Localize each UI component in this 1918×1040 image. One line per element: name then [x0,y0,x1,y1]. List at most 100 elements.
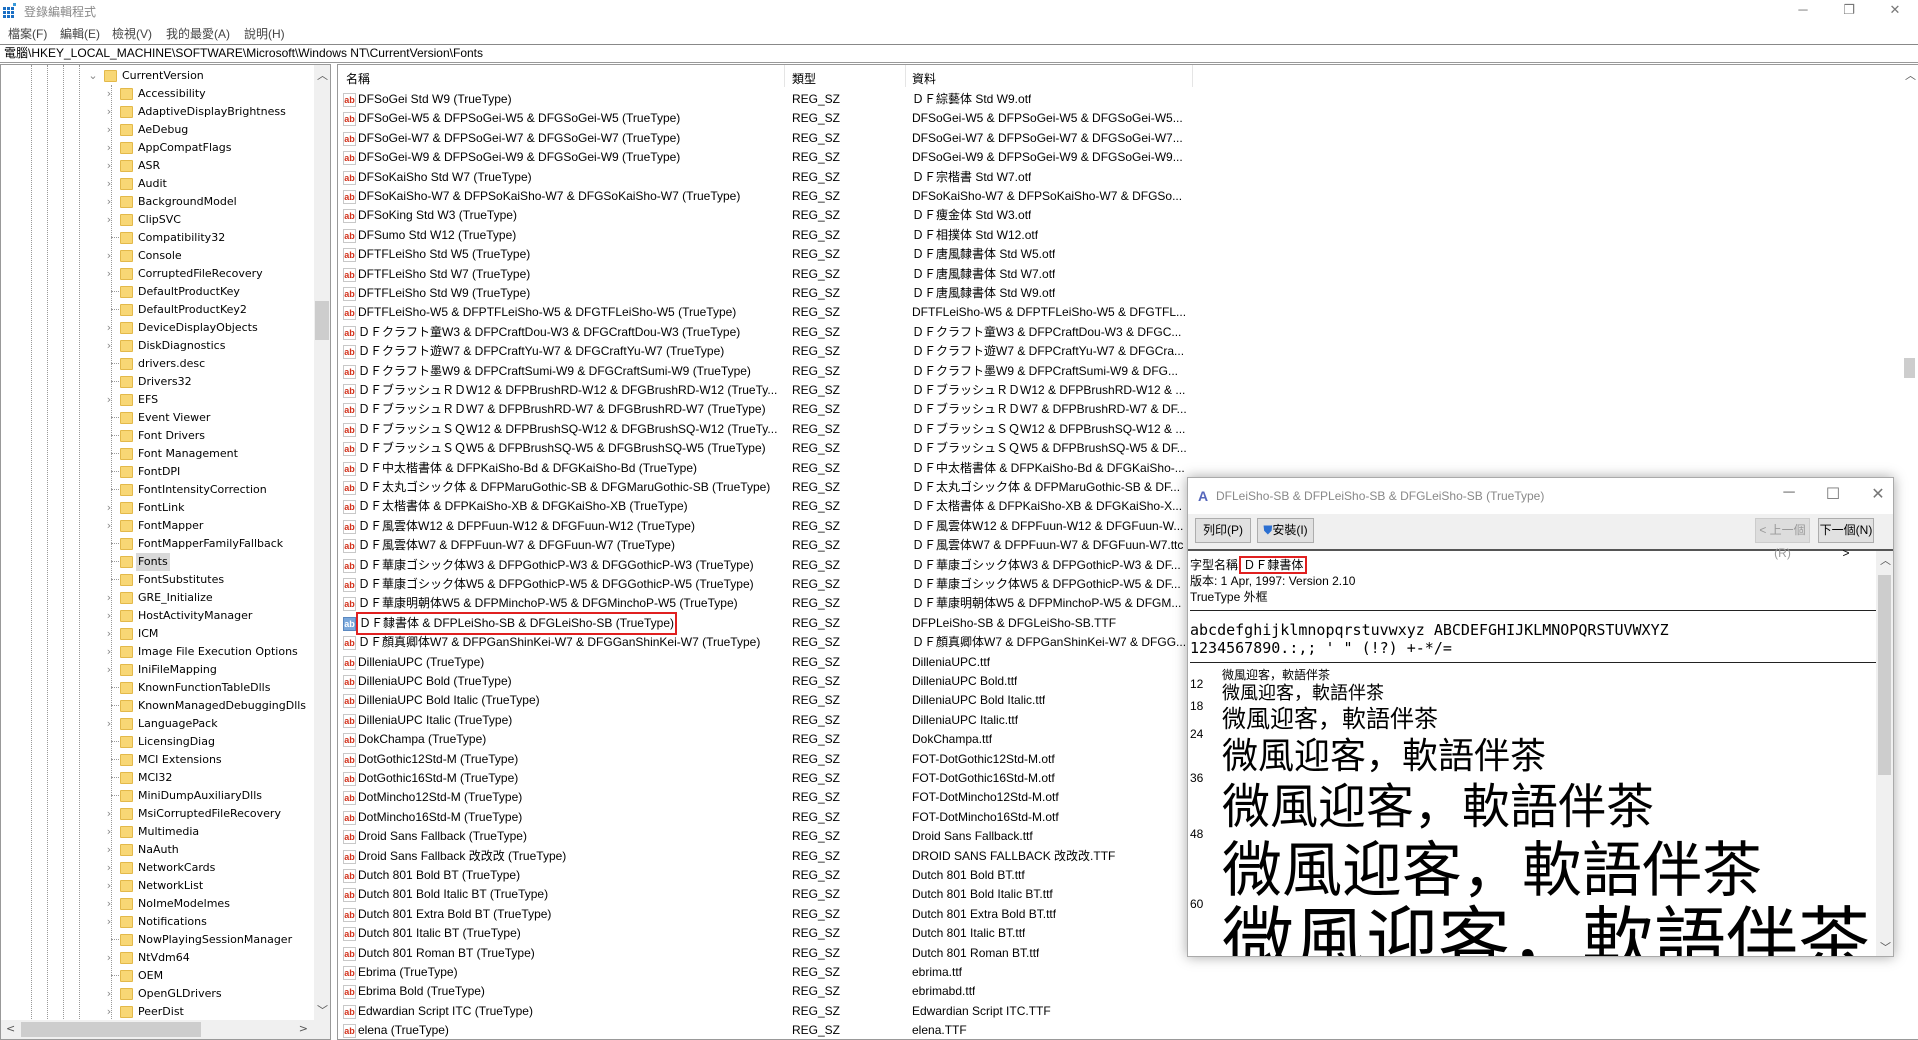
scrollbar-thumb[interactable] [1904,358,1915,378]
tree-item[interactable]: FontIntensityCorrection [1,481,314,499]
table-row[interactable]: ab Edwardian Script ITC (TrueType) REG_SZ E… [338,1002,1898,1021]
chevron-right-icon[interactable]: › [104,625,114,643]
table-row[interactable]: ab ＤＦクラフト遊W7 & DFPCraftYu-W7 & DFGCraftYu… [338,342,1898,361]
chevron-right-icon[interactable]: › [104,913,114,931]
table-row[interactable]: ab DFSoKaiSho Std W7 (TrueType) REG_SZ ＤＦ宗楷… [338,168,1898,187]
tree-item[interactable]: › Accessibility [1,85,314,103]
chevron-right-icon[interactable]: › [104,103,114,121]
previous-button[interactable]: < 上一個(R) [1755,518,1810,560]
dialog-vertical-scrollbar[interactable]: ︿ ﹀ [1876,551,1893,956]
chevron-right-icon[interactable]: › [104,643,114,661]
tree-item[interactable]: › NetworkList [1,877,314,895]
scrollbar-thumb[interactable] [315,301,329,340]
column-header-data[interactable]: 資料 [912,70,936,87]
scroll-right-icon[interactable]: > [299,1022,308,1035]
tree-item[interactable]: › NoImeModelmes [1,895,314,913]
chevron-right-icon[interactable]: › [104,985,114,1003]
chevron-right-icon[interactable]: › [104,823,114,841]
chevron-right-icon[interactable]: › [104,157,114,175]
menu-favorites[interactable]: 我的最愛(A) [166,25,230,42]
tree-item[interactable]: › CorruptedFileRecovery [1,265,314,283]
chevron-right-icon[interactable]: › [104,265,114,283]
table-row[interactable]: ab DFTFLeiSho Std W5 (TrueType) REG_SZ ＤＦ唐風… [338,245,1898,264]
tree-item[interactable]: Event Viewer [1,409,314,427]
list-vertical-scrollbar[interactable]: ︿ [1901,65,1918,1039]
table-row[interactable]: ab Ebrima (TrueType) REG_SZ ebrima.ttf [338,963,1898,982]
tree-item[interactable]: drivers.desc [1,355,314,373]
chevron-right-icon[interactable]: › [104,85,114,103]
chevron-right-icon[interactable]: › [104,589,114,607]
tree-item[interactable]: › AeDebug [1,121,314,139]
print-button[interactable]: 列印(P) [1195,518,1251,543]
chevron-right-icon[interactable]: › [104,895,114,913]
scroll-down-icon[interactable]: ﹀ [317,1002,328,1018]
tree-item[interactable]: DefaultProductKey [1,283,314,301]
tree-item[interactable]: › BackgroundModel [1,193,314,211]
tree-item[interactable]: › DeviceDisplayObjects [1,319,314,337]
tree-item[interactable]: MCI32 [1,769,314,787]
column-divider[interactable] [905,65,906,87]
tree-item[interactable]: › NtVdm64 [1,949,314,967]
tree-item[interactable]: OEM [1,967,314,985]
column-divider[interactable] [784,65,785,87]
chevron-right-icon[interactable]: › [104,211,114,229]
tree-item[interactable]: › EFS [1,391,314,409]
tree-item[interactable]: Compatibility32 [1,229,314,247]
table-row[interactable]: ab Ebrima Bold (TrueType) REG_SZ ebrimabd.t… [338,982,1898,1001]
tree-item[interactable]: Font Drivers [1,427,314,445]
tree-item[interactable]: Fonts [1,553,314,571]
tree-item[interactable]: › DiskDiagnostics [1,337,314,355]
address-bar[interactable]: 電腦\HKEY_LOCAL_MACHINE\SOFTWARE\Microsoft… [0,44,1918,63]
chevron-right-icon[interactable]: › [104,121,114,139]
tree-item[interactable]: › NaAuth [1,841,314,859]
tree-item[interactable]: › Notifications [1,913,314,931]
menu-file[interactable]: 檔案(F) [8,25,47,42]
chevron-right-icon[interactable]: › [104,319,114,337]
dialog-minimize-button[interactable]: ─ [1774,484,1804,502]
tree-item[interactable]: › FontMapper [1,517,314,535]
chevron-right-icon[interactable]: › [104,877,114,895]
table-row[interactable]: ab DFSoGei Std W9 (TrueType) REG_SZ ＤＦ綜藝体 S… [338,90,1898,109]
close-button[interactable]: ✕ [1872,0,1918,22]
chevron-right-icon[interactable]: › [104,337,114,355]
tree-item[interactable]: LicensingDiag [1,733,314,751]
table-row[interactable]: ab DFTFLeiSho Std W7 (TrueType) REG_SZ ＤＦ唐風… [338,265,1898,284]
tree-item[interactable]: Drivers32 [1,373,314,391]
scroll-down-icon[interactable]: ﹀ [1880,939,1891,955]
chevron-right-icon[interactable]: › [104,859,114,877]
chevron-right-icon[interactable]: › [104,805,114,823]
tree-item[interactable]: › NetworkCards [1,859,314,877]
tree-item[interactable]: › GRE_Initialize [1,589,314,607]
menu-view[interactable]: 檢視(V) [112,25,152,42]
tree-item[interactable]: › PeerDist [1,1003,314,1021]
chevron-right-icon[interactable]: › [104,1003,114,1021]
tree-item[interactable]: KnownManagedDebuggingDlls [1,697,314,715]
chevron-right-icon[interactable]: › [104,499,114,517]
tree-item[interactable]: FontSubstitutes [1,571,314,589]
chevron-right-icon[interactable]: › [104,193,114,211]
chevron-right-icon[interactable]: › [104,661,114,679]
table-row[interactable]: ab ＤＦクラフト童W3 & DFPCraftDou-W3 & DFGCraftD… [338,323,1898,342]
chevron-right-icon[interactable]: › [104,517,114,535]
chevron-right-icon[interactable]: › [104,607,114,625]
tree-item[interactable]: MCI Extensions [1,751,314,769]
chevron-right-icon[interactable]: › [104,391,114,409]
chevron-right-icon[interactable]: › [104,139,114,157]
tree-item[interactable]: › AdaptiveDisplayBrightness [1,103,314,121]
table-row[interactable]: ab DFSoKing Std W3 (TrueType) REG_SZ ＤＦ痩金体 … [338,206,1898,225]
table-row[interactable]: ab ＤＦ中太楷書体 & DFPKaiSho-Bd & DFGKaiSho-Bd … [338,459,1898,478]
menu-help[interactable]: 說明(H) [244,25,285,42]
restore-button[interactable]: ❐ [1826,0,1872,22]
scroll-up-icon[interactable]: ︿ [1905,67,1916,83]
chevron-right-icon[interactable]: › [104,247,114,265]
table-row[interactable]: ab DFSoGei-W7 & DFPSoGei-W7 & DFGSoGei-W7… [338,129,1898,148]
tree-item[interactable]: › AppCompatFlags [1,139,314,157]
tree-item[interactable]: › HostActivityManager [1,607,314,625]
tree-item[interactable]: › Image File Execution Options [1,643,314,661]
table-row[interactable]: ab elena (TrueType) REG_SZ elena.TTF [338,1021,1898,1039]
tree-item[interactable]: FontMapperFamilyFallback [1,535,314,553]
tree-item[interactable]: › FontLink [1,499,314,517]
scroll-up-icon[interactable]: ︿ [1880,552,1891,568]
table-row[interactable]: ab DFSoGei-W9 & DFPSoGei-W9 & DFGSoGei-W9… [338,148,1898,167]
tree-item[interactable]: › IniFileMapping [1,661,314,679]
